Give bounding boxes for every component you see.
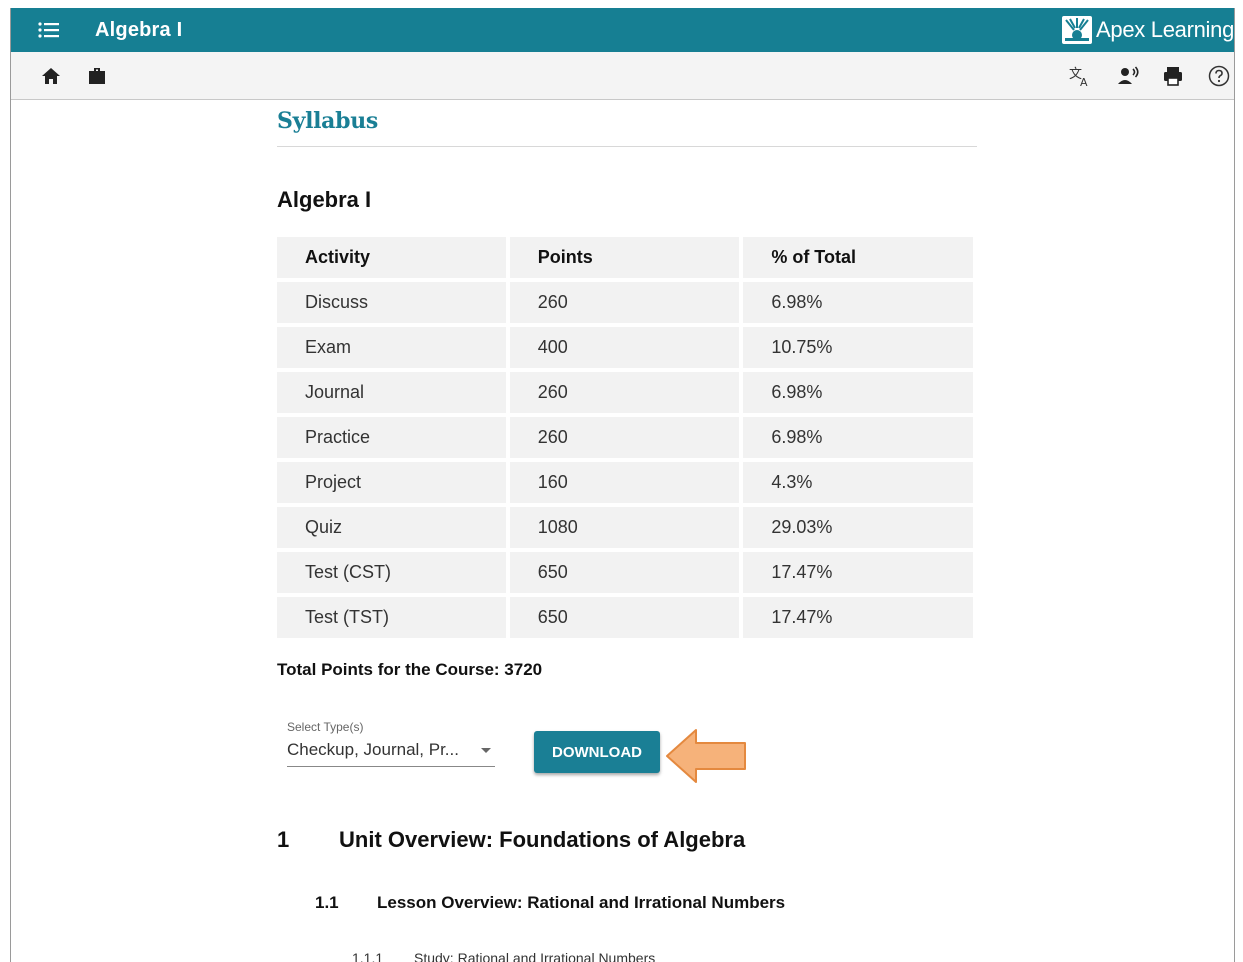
svg-text:A: A <box>1080 76 1088 88</box>
table-row: Discuss 260 6.98% <box>277 282 973 323</box>
total-points: Total Points for the Course: 3720 <box>277 660 543 679</box>
points-cell: 1080 <box>509 507 740 548</box>
hamburger-menu-icon[interactable] <box>37 21 61 39</box>
activity-cell: Quiz <box>277 507 506 548</box>
percent-cell: 17.47% <box>743 552 973 593</box>
lesson-title: Lesson Overview: Rational and Irrational… <box>377 893 786 912</box>
activity-cell: Journal <box>277 372 506 413</box>
table-row: Journal 260 6.98% <box>277 372 973 413</box>
home-icon[interactable] <box>39 64 63 88</box>
help-icon[interactable] <box>1207 64 1231 88</box>
percent-cell: 6.98% <box>743 282 973 323</box>
page-title: Syllabus <box>277 108 977 147</box>
course-title: Algebra I <box>95 19 183 41</box>
brand-name: Apex Learning <box>1096 17 1234 42</box>
table-row: Test (TST) 650 17.47% <box>277 597 973 638</box>
unit-number: 1 <box>277 827 290 852</box>
column-header-points: Points <box>509 237 740 278</box>
apex-logo-icon <box>1062 16 1093 44</box>
column-header-percent: % of Total <box>743 237 973 278</box>
percent-cell: 29.03% <box>743 507 973 548</box>
unit-title: Unit Overview: Foundations of Algebra <box>339 827 746 852</box>
read-aloud-icon[interactable] <box>1116 64 1140 88</box>
caret-down-icon <box>481 748 491 753</box>
table-row: Project 160 4.3% <box>277 462 973 503</box>
percent-cell: 10.75% <box>743 327 973 368</box>
annotation-arrow-icon <box>666 729 746 783</box>
briefcase-icon[interactable] <box>85 64 109 88</box>
points-table: Activity Points % of Total Discuss 260 6… <box>273 233 977 642</box>
points-cell: 160 <box>509 462 740 503</box>
activity-cell: Discuss <box>277 282 506 323</box>
activity-title: Study: Rational and Irrational Numbers <box>414 950 656 962</box>
select-type-label: Select Type(s) <box>287 720 364 734</box>
syllabus-content: Syllabus Algebra I Activity Points % of … <box>277 99 977 810</box>
lesson-number: 1.1 <box>315 893 339 912</box>
table-row: Test (CST) 650 17.47% <box>277 552 973 593</box>
select-type-value: Checkup, Journal, Pr... <box>287 740 459 759</box>
course-heading: Algebra I <box>277 187 372 212</box>
column-header-activity: Activity <box>277 237 506 278</box>
unit-heading[interactable]: 1 Unit Overview: Foundations of Algebra <box>277 827 745 853</box>
translate-icon[interactable]: 文 A <box>1068 64 1092 88</box>
activity-cell: Test (CST) <box>277 552 506 593</box>
table-row: Practice 260 6.98% <box>277 417 973 458</box>
activity-item[interactable]: 1.1.1 Study: Rational and Irrational Numb… <box>352 950 655 962</box>
percent-cell: 6.98% <box>743 372 973 413</box>
app-frame: Algebra I Apex Learning 文 A Syllabus Alg… <box>10 8 1235 962</box>
activity-cell: Exam <box>277 327 506 368</box>
percent-cell: 17.47% <box>743 597 973 638</box>
table-header-row: Activity Points % of Total <box>277 237 973 278</box>
select-type-dropdown[interactable]: Checkup, Journal, Pr... <box>287 738 495 767</box>
brand-logo: Apex Learning <box>1062 16 1234 44</box>
points-cell: 650 <box>509 552 740 593</box>
points-cell: 260 <box>509 282 740 323</box>
points-cell: 260 <box>509 372 740 413</box>
download-controls: Select Type(s) Checkup, Journal, Pr... D… <box>277 720 977 810</box>
top-app-bar: Algebra I Apex Learning <box>11 8 1234 52</box>
percent-cell: 6.98% <box>743 417 973 458</box>
activity-cell: Test (TST) <box>277 597 506 638</box>
points-cell: 260 <box>509 417 740 458</box>
table-row: Quiz 1080 29.03% <box>277 507 973 548</box>
points-cell: 650 <box>509 597 740 638</box>
activity-cell: Practice <box>277 417 506 458</box>
activity-cell: Project <box>277 462 506 503</box>
activity-number: 1.1.1 <box>352 950 384 962</box>
lesson-heading[interactable]: 1.1 Lesson Overview: Rational and Irratio… <box>315 893 785 913</box>
points-cell: 400 <box>509 327 740 368</box>
print-icon[interactable] <box>1161 64 1185 88</box>
toolbar: 文 A <box>11 52 1234 100</box>
percent-cell: 4.3% <box>743 462 973 503</box>
download-button[interactable]: DOWNLOAD <box>534 731 660 773</box>
table-row: Exam 400 10.75% <box>277 327 973 368</box>
